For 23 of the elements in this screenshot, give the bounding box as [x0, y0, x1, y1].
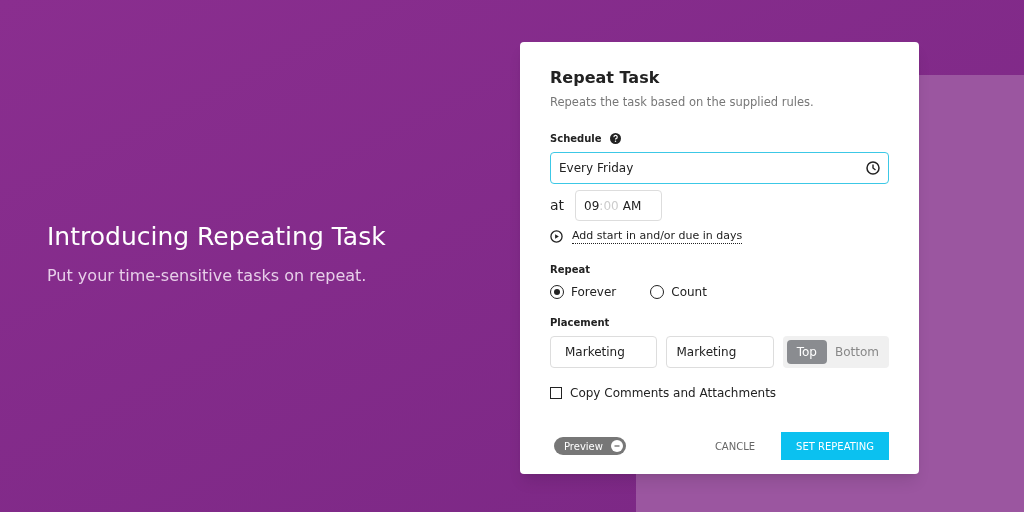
placement-field[interactable]: Marketing	[550, 336, 658, 369]
schedule-field[interactable]: Every Friday	[550, 152, 889, 185]
dialog-description: Repeats the task based on the supplied rules.	[550, 94, 815, 111]
field-label: Schedule	[550, 132, 602, 147]
hero-subtitle: Put your time-sensitive tasks on repeat.	[47, 264, 368, 287]
clock-icon	[866, 161, 880, 176]
time-field[interactable]: 09:00 AM	[575, 190, 663, 222]
hero-title: Introducing Repeating Task	[47, 221, 386, 253]
radio-label: Forever	[571, 284, 617, 302]
radio-label: Count	[671, 284, 707, 302]
play-circle-icon	[550, 230, 563, 244]
checkbox[interactable]	[550, 387, 562, 400]
add-days-link[interactable]: Add start in and/or due in days	[572, 229, 743, 245]
field-label: Repeat	[550, 263, 591, 278]
help-icon[interactable]	[609, 133, 621, 145]
field-label: Placement	[550, 316, 611, 331]
cancel-button[interactable]: CANCLE	[712, 432, 758, 461]
checkbox-label: Copy Comments and Attachments	[570, 385, 777, 403]
placement-field[interactable]: Marketing	[666, 336, 774, 369]
at-label: at	[550, 196, 565, 216]
minus-circle-icon	[610, 440, 623, 453]
dialog-title: Repeat Task	[550, 68, 661, 88]
preview-toggle[interactable]: Preview	[554, 437, 626, 456]
